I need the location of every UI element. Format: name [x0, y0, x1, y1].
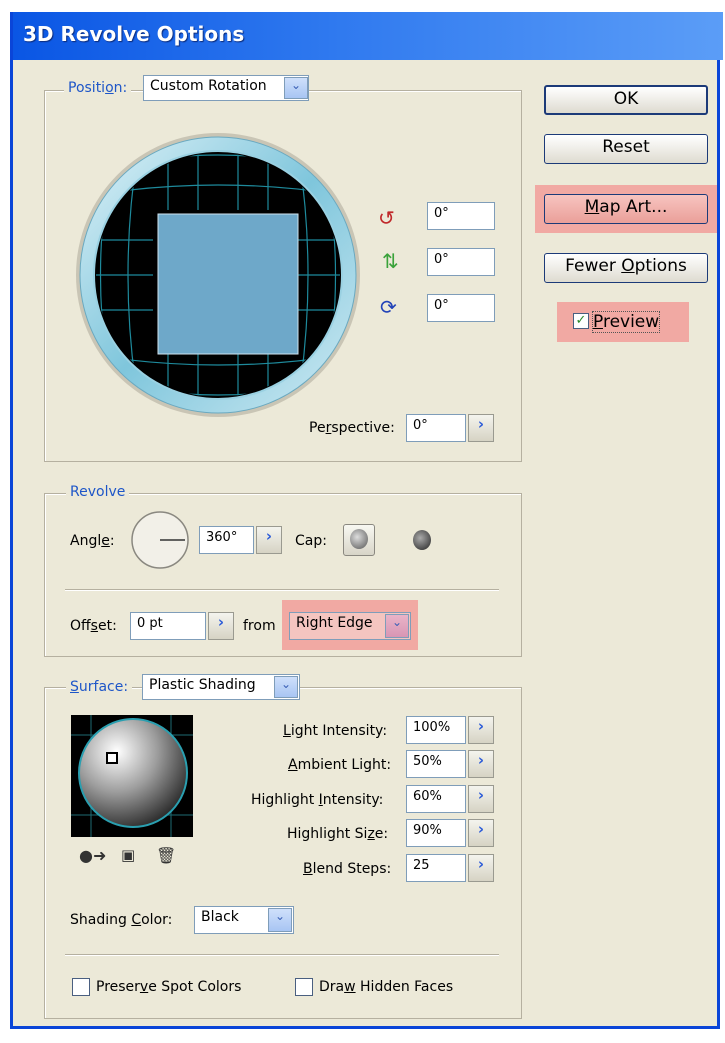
delete-light-icon[interactable]: 🗑	[156, 846, 176, 865]
ambient-light-label: Ambient Light:	[288, 757, 392, 773]
dialog-window: 3D Revolve Options Position: Custom Rota…	[10, 12, 723, 1029]
draw-hidden-faces-checkbox[interactable]	[295, 978, 313, 996]
dialog-title: 3D Revolve Options	[23, 22, 245, 46]
z-rotation-input[interactable]: 0°	[427, 294, 495, 322]
blend-steps-input[interactable]: 25	[406, 854, 466, 882]
angle-slider-button[interactable]: ›	[256, 526, 282, 554]
light-intensity-slider-button[interactable]: ›	[468, 716, 494, 744]
perspective-input[interactable]: 0°	[406, 414, 466, 442]
angle-input[interactable]: 360°	[199, 526, 254, 554]
position-dropdown-icon[interactable]: ⌄	[284, 77, 308, 99]
highlight-size-input[interactable]: 90%	[406, 819, 466, 847]
draw-hidden-faces-label: Draw Hidden Faces	[319, 979, 454, 995]
title-bar[interactable]: 3D Revolve Options	[13, 12, 723, 60]
blend-steps-label: Blend Steps:	[303, 861, 392, 877]
surface-separator	[65, 954, 499, 956]
ambient-light-input[interactable]: 50%	[406, 750, 466, 778]
lighting-sphere-preview[interactable]	[71, 715, 193, 837]
perspective-slider-button[interactable]: ›	[468, 414, 494, 442]
offset-slider-button[interactable]: ›	[208, 612, 234, 640]
shading-color-label: Shading Color:	[70, 912, 173, 928]
surface-legend: Surface:	[66, 679, 133, 695]
new-light-icon[interactable]: ▣	[121, 846, 135, 864]
y-rotation-input[interactable]: 0°	[427, 248, 495, 276]
preview-label[interactable]: Preview	[592, 311, 661, 333]
preserve-spot-colors-label: Preserve Spot Colors	[96, 979, 242, 995]
track-cube[interactable]	[73, 130, 363, 420]
offset-input[interactable]: 0 pt	[130, 612, 206, 640]
ambient-light-slider-button[interactable]: ›	[468, 750, 494, 778]
highlight-size-label: Highlight Size:	[287, 826, 389, 842]
highlight-intensity-label: Highlight Intensity:	[251, 792, 384, 808]
x-rotation-input[interactable]: 0°	[427, 202, 495, 230]
revolve-legend: Revolve	[66, 484, 130, 500]
cap-on-icon	[350, 529, 368, 549]
perspective-label: Perspective:	[309, 420, 395, 436]
from-label: from	[243, 618, 276, 634]
map-art-button[interactable]: Map Art...	[544, 194, 708, 224]
position-legend: Position:	[64, 80, 132, 96]
move-light-to-back-icon[interactable]: ●➜	[79, 846, 106, 865]
highlight-intensity-input[interactable]: 60%	[406, 785, 466, 813]
light-intensity-label: Light Intensity:	[283, 723, 388, 739]
preserve-spot-colors-checkbox[interactable]	[72, 978, 90, 996]
angle-label: Angle:	[70, 533, 115, 549]
from-dropdown-icon[interactable]: ⌄	[385, 614, 409, 638]
y-axis-rotation-icon: ⇅	[382, 249, 399, 273]
surface-dropdown-icon[interactable]: ⌄	[274, 676, 298, 698]
light-intensity-input[interactable]: 100%	[406, 716, 466, 744]
revolve-separator	[65, 589, 499, 591]
angle-dial[interactable]	[130, 510, 190, 570]
cap-label: Cap:	[295, 533, 327, 549]
preview-checkbox[interactable]: ✓	[573, 313, 589, 329]
shading-color-dropdown-icon[interactable]: ⌄	[268, 908, 292, 932]
highlight-intensity-slider-button[interactable]: ›	[468, 785, 494, 813]
highlight-size-slider-button[interactable]: ›	[468, 819, 494, 847]
fewer-options-button[interactable]: Fewer Options	[544, 253, 708, 283]
cap-off-icon[interactable]	[413, 530, 431, 550]
x-axis-rotation-icon: ↺	[378, 206, 395, 230]
ok-button[interactable]: OK	[544, 85, 708, 115]
cap-on-button[interactable]	[343, 524, 375, 556]
z-axis-rotation-icon: ⟳	[380, 295, 397, 319]
offset-label: Offset:	[70, 618, 117, 634]
reset-button[interactable]: Reset	[544, 134, 708, 164]
blend-steps-slider-button[interactable]: ›	[468, 854, 494, 882]
